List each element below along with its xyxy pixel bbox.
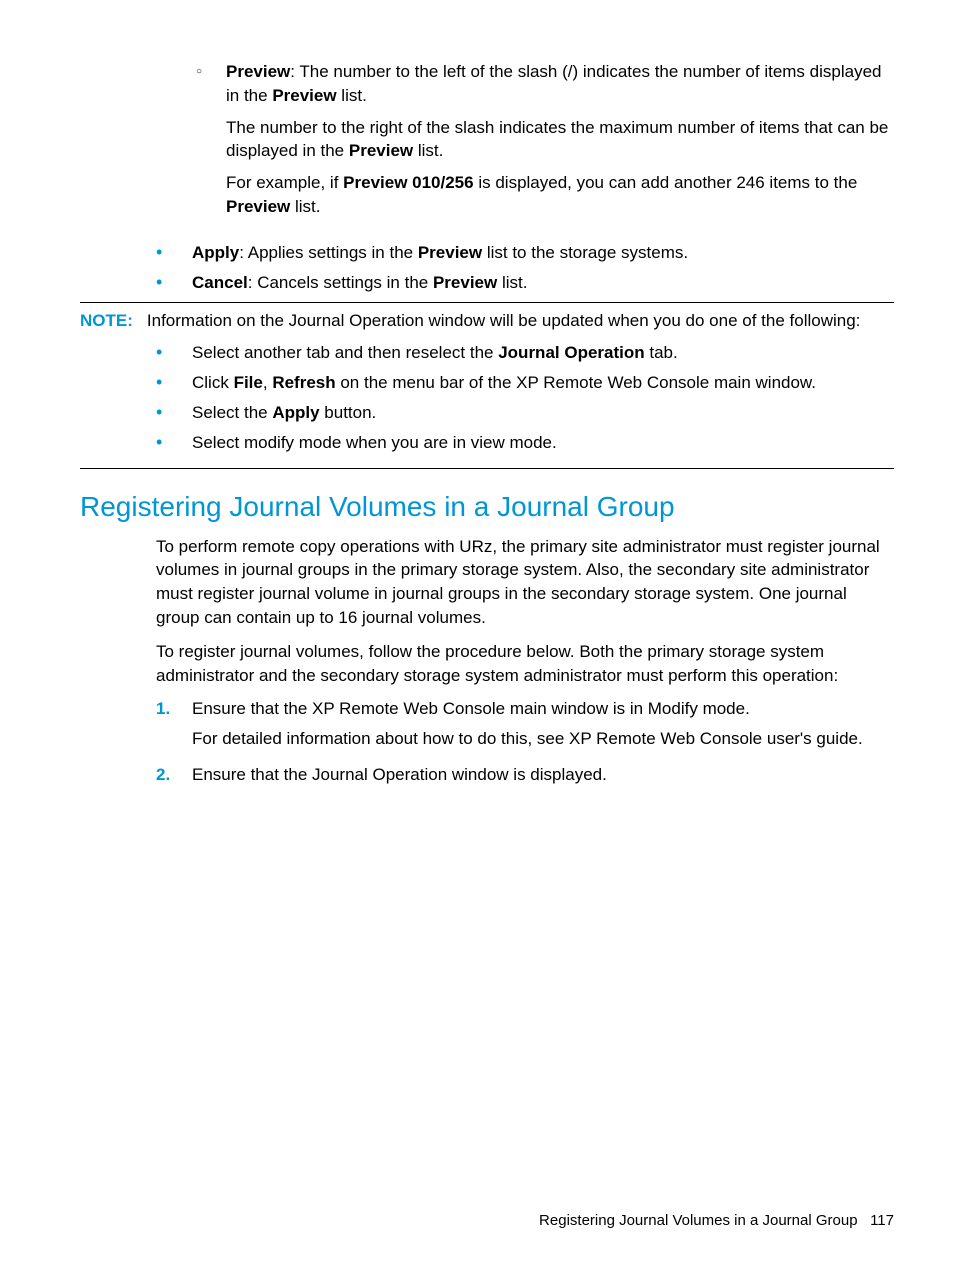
list-item: • Click File, Refresh on the menu bar of…: [156, 371, 894, 395]
footer-title: Registering Journal Volumes in a Journal…: [539, 1212, 858, 1229]
note-intro: NOTE:Information on the Journal Operatio…: [80, 309, 894, 333]
bullet-hollow-icon: ○: [196, 60, 226, 227]
bullet-list: • Apply: Applies settings in the Preview…: [156, 241, 894, 295]
note-block: NOTE:Information on the Journal Operatio…: [80, 302, 894, 469]
sub-bullet-text: Preview: The number to the left of the s…: [226, 60, 894, 227]
list-item: 2. Ensure that the Journal Operation win…: [156, 763, 894, 793]
document-page: ○ Preview: The number to the left of the…: [0, 0, 954, 1271]
content-area: ○ Preview: The number to the left of the…: [156, 60, 894, 793]
list-item: • Select the Apply button.: [156, 401, 894, 425]
ordered-list: 1. Ensure that the XP Remote Web Console…: [156, 697, 894, 792]
sub-bullet-list: ○ Preview: The number to the left of the…: [156, 60, 894, 227]
list-item: 1. Ensure that the XP Remote Web Console…: [156, 697, 894, 757]
paragraph: To perform remote copy operations with U…: [156, 535, 894, 630]
step-number: 1.: [156, 697, 192, 757]
bullet-icon: •: [156, 401, 192, 425]
sub-bullet-item: ○ Preview: The number to the left of the…: [196, 60, 894, 227]
list-item: • Select another tab and then reselect t…: [156, 341, 894, 365]
page-footer: Registering Journal Volumes in a Journal…: [539, 1210, 894, 1231]
page-number: 117: [870, 1212, 894, 1229]
note-label: NOTE:: [80, 311, 133, 330]
bullet-icon: •: [156, 341, 192, 365]
bullet-icon: •: [156, 241, 192, 265]
bullet-icon: •: [156, 431, 192, 455]
list-item: • Apply: Applies settings in the Preview…: [156, 241, 894, 265]
section-heading: Registering Journal Volumes in a Journal…: [80, 487, 894, 526]
bullet-icon: •: [156, 271, 192, 295]
step-number: 2.: [156, 763, 192, 793]
list-item: • Select modify mode when you are in vie…: [156, 431, 894, 455]
paragraph: To register journal volumes, follow the …: [156, 640, 894, 688]
list-item: • Cancel: Cancels settings in the Previe…: [156, 271, 894, 295]
bullet-icon: •: [156, 371, 192, 395]
